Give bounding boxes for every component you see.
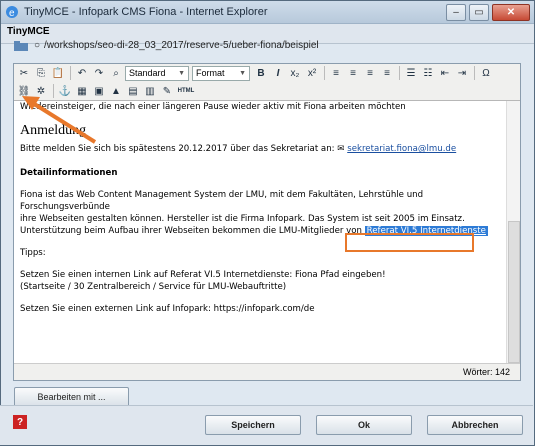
paste-icon[interactable]: 📋 xyxy=(50,65,66,81)
chevron-down-icon: ▼ xyxy=(239,69,246,77)
html-source-icon[interactable]: HTML xyxy=(176,83,196,99)
signup-text: Bitte melden Sie sich bis spätestens 20.… xyxy=(20,144,338,154)
format-select-value: Format xyxy=(196,68,225,78)
italic-icon[interactable]: I xyxy=(270,65,286,81)
toolbar-separator xyxy=(474,66,475,80)
internet-explorer-icon: e xyxy=(6,6,18,19)
status-bar: Wörter: 142 xyxy=(14,363,520,380)
align-justify-icon[interactable]: ≡ xyxy=(379,65,395,81)
word-count: Wörter: 142 xyxy=(462,367,510,377)
bold-icon[interactable]: B xyxy=(253,65,269,81)
signup-paragraph: Bitte melden Sie sich bis spätestens 20.… xyxy=(20,143,512,155)
save-button[interactable]: Speichern xyxy=(205,415,301,435)
text-line-start: Unterstützung beim Aufbau ihrer Webseite… xyxy=(20,226,365,236)
redo-icon[interactable]: ↷ xyxy=(91,65,107,81)
svg-text:e: e xyxy=(9,8,15,19)
help-icon[interactable]: ? xyxy=(13,415,27,429)
maximize-button[interactable]: ▭ xyxy=(469,3,489,21)
toolbar-separator xyxy=(399,66,400,80)
media-icon[interactable]: ▤ xyxy=(125,83,141,99)
undo-icon[interactable]: ↶ xyxy=(74,65,90,81)
special-char-icon[interactable]: Ω xyxy=(478,65,494,81)
anchor-icon[interactable]: ⚓ xyxy=(57,83,73,99)
image-icon[interactable]: ▣ xyxy=(91,83,107,99)
bullet-list-icon[interactable]: ☰ xyxy=(403,65,419,81)
folder-icon xyxy=(14,40,28,51)
template-icon[interactable]: ▥ xyxy=(142,83,158,99)
text-line: Wiedereinsteiger, die nach einer längere… xyxy=(20,102,406,112)
cut-icon[interactable]: ✂ xyxy=(16,65,32,81)
ok-button[interactable]: Ok xyxy=(316,415,412,435)
toolbar-row-2: ⛓ ✲ ⚓ ▦ ▣ ▲ ▤ ▥ ✎ HTML xyxy=(14,82,520,101)
toolbar-separator xyxy=(53,84,54,98)
style-select-value: Standard xyxy=(129,68,166,78)
edit-icon[interactable]: ✎ xyxy=(159,83,175,99)
detail-heading: Detailinformationen xyxy=(20,168,118,178)
toolbar-row-1: ✂ ⎘ 📋 ↶ ↷ ⌕ Standard ▼ Format ▼ B I x₂ x² … xyxy=(14,64,520,82)
subscript-icon[interactable]: x₂ xyxy=(287,65,303,81)
text-line: Setzen Sie einen internen Link auf Refer… xyxy=(20,270,386,280)
unlink-icon[interactable]: ✲ xyxy=(33,83,49,99)
superscript-icon[interactable]: x² xyxy=(304,65,320,81)
align-left-icon[interactable]: ≡ xyxy=(328,65,344,81)
align-right-icon[interactable]: ≡ xyxy=(362,65,378,81)
cancel-button[interactable]: Abbrechen xyxy=(427,415,523,435)
text-line: Setzen Sie einen externen Link auf Infop… xyxy=(20,304,315,314)
editor-content-area[interactable]: Wiedereinsteiger, die nach einer längere… xyxy=(14,101,512,363)
style-select[interactable]: Standard ▼ xyxy=(125,65,189,81)
heading-anmeldung: Anmeldung xyxy=(20,123,87,138)
indent-icon[interactable]: ⇥ xyxy=(454,65,470,81)
edit-with-button[interactable]: Bearbeiten mit ... xyxy=(14,387,129,407)
path-row: ○ /workshops/seo-di-28_03_2017/reserve-5… xyxy=(14,40,319,51)
insert-image-icon[interactable]: ▲ xyxy=(108,83,124,99)
radio-bullet-icon: ○ xyxy=(34,40,41,51)
annotation-highlight-box xyxy=(345,233,474,252)
minimize-button[interactable]: – xyxy=(446,3,466,21)
align-center-icon[interactable]: ≡ xyxy=(345,65,361,81)
vertical-scrollbar[interactable] xyxy=(506,101,520,363)
text-line: (Startseite / 30 Zentralbereich / Servic… xyxy=(20,282,287,292)
outdent-icon[interactable]: ⇤ xyxy=(437,65,453,81)
format-select[interactable]: Format ▼ xyxy=(192,65,250,81)
email-icon: ✉ xyxy=(337,144,348,154)
title-bar: e TinyMCE - Infopark CMS Fiona - Interne… xyxy=(1,1,534,24)
table-icon[interactable]: ▦ xyxy=(74,83,90,99)
signup-email-link[interactable]: sekretariat.fiona@lmu.de xyxy=(347,144,456,154)
toolbar-separator xyxy=(70,66,71,80)
link-icon[interactable]: ⛓ xyxy=(16,83,32,99)
toolbar-separator xyxy=(324,66,325,80)
chevron-down-icon: ▼ xyxy=(178,69,185,77)
find-icon[interactable]: ⌕ xyxy=(108,65,124,81)
numbered-list-icon[interactable]: ☷ xyxy=(420,65,436,81)
tinymce-editor: ✂ ⎘ 📋 ↶ ↷ ⌕ Standard ▼ Format ▼ B I x₂ x² … xyxy=(13,63,521,381)
scrollbar-thumb[interactable] xyxy=(508,221,520,363)
close-button[interactable]: ✕ xyxy=(492,3,530,21)
object-path: /workshops/seo-di-28_03_2017/reserve-5/u… xyxy=(44,40,319,51)
text-line: Fiona ist das Web Content Management Sys… xyxy=(20,190,424,212)
text-line: ihre Webseiten gestalten können. Herstel… xyxy=(20,214,465,224)
copy-icon[interactable]: ⎘ xyxy=(33,65,49,81)
window-title: TinyMCE - Infopark CMS Fiona - Internet … xyxy=(24,6,268,18)
